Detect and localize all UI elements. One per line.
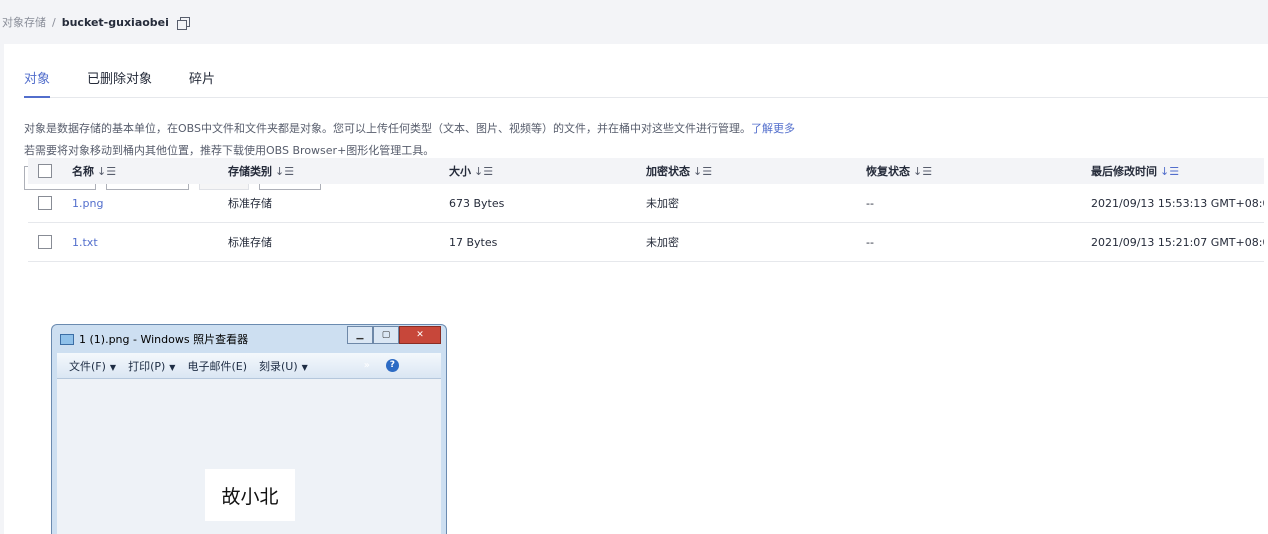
- close-icon[interactable]: ✕: [399, 326, 441, 344]
- sort-icon[interactable]: ↓☰: [474, 165, 493, 178]
- maximize-icon[interactable]: ▢: [373, 326, 399, 344]
- photo-viewer-icon: [60, 333, 74, 345]
- sort-icon[interactable]: ↓☰: [913, 165, 932, 178]
- caret-down-icon: ▼: [301, 362, 308, 372]
- header-name[interactable]: 名称 ↓☰: [72, 163, 228, 179]
- tab-objects[interactable]: 对象: [24, 70, 51, 98]
- file-size: 673 Bytes: [449, 196, 505, 210]
- select-all-checkbox[interactable]: [38, 164, 52, 178]
- sort-icon[interactable]: ↓☰: [97, 165, 116, 178]
- copy-icon[interactable]: [176, 16, 190, 30]
- tab-fragments[interactable]: 碎片: [189, 70, 215, 98]
- file-name-link[interactable]: 1.txt: [72, 236, 228, 249]
- storage-class: 标准存储: [228, 236, 272, 249]
- storage-class: 标准存储: [228, 197, 272, 210]
- displayed-image: 故小北: [205, 469, 295, 521]
- table-header: 名称 ↓☰ 存储类别 ↓☰ 大小 ↓☰ 加密状态 ↓☰ 恢复状态 ↓☰ 最后修改时间 ↓☰: [28, 158, 1264, 184]
- breadcrumb: 对象存储 / bucket-guxiaobei: [0, 0, 1268, 44]
- object-table: 名称 ↓☰ 存储类别 ↓☰ 大小 ↓☰ 加密状态 ↓☰ 恢复状态 ↓☰ 最后修改时间 ↓☰ …: [28, 158, 1264, 262]
- tab-bar: 对象 已删除对象 碎片: [24, 70, 1268, 98]
- caret-down-icon: ▼: [109, 362, 117, 372]
- encryption-status: 未加密: [646, 236, 679, 249]
- header-encryption[interactable]: 加密状态 ↓☰: [646, 163, 866, 179]
- description-line1: 对象是数据存储的基本单位，在OBS中文件和文件夹都是对象。您可以上传任何类型（文…: [24, 122, 795, 135]
- viewer-canvas: 故小北: [57, 379, 441, 534]
- header-last-modified[interactable]: 最后修改时间 ↓☰: [1091, 163, 1264, 179]
- header-storage-class[interactable]: 存储类别 ↓☰: [228, 163, 449, 179]
- row-checkbox[interactable]: [38, 196, 52, 210]
- more-chevron-icon[interactable]: »: [364, 360, 370, 371]
- caret-down-icon: ▼: [169, 362, 176, 372]
- restore-status: --: [866, 196, 874, 210]
- header-restore-status[interactable]: 恢复状态 ↓☰: [866, 163, 1091, 179]
- window-controls: ▁ ▢ ✕: [347, 326, 441, 344]
- photo-viewer-window: 1 (1).png - Windows 照片查看器 ▁ ▢ ✕ 文件(F) ▼ 打…: [51, 324, 447, 534]
- sort-icon[interactable]: ↓☰: [275, 165, 294, 178]
- header-size[interactable]: 大小 ↓☰: [449, 163, 646, 179]
- table-row: 1.txt 标准存储 17 Bytes 未加密 -- 2021/09/13 15…: [28, 223, 1264, 262]
- last-modified: 2021/09/13 15:53:13 GMT+08:00: [1091, 196, 1264, 210]
- breadcrumb-root[interactable]: 对象存储: [2, 14, 46, 30]
- minimize-icon[interactable]: ▁: [347, 326, 373, 344]
- tab-deleted-objects[interactable]: 已删除对象: [87, 70, 152, 98]
- learn-more-link[interactable]: 了解更多: [751, 122, 795, 135]
- menu-burn[interactable]: 刻录(U) ▼: [259, 358, 308, 374]
- menu-file[interactable]: 文件(F) ▼: [69, 358, 116, 374]
- encryption-status: 未加密: [646, 197, 679, 210]
- viewer-title: 1 (1).png - Windows 照片查看器: [79, 333, 249, 346]
- help-icon[interactable]: ?: [385, 359, 399, 372]
- menu-email[interactable]: 电子邮件(E): [187, 358, 247, 374]
- table-row: 1.png 标准存储 673 Bytes 未加密 -- 2021/09/13 1…: [28, 184, 1264, 223]
- description: 对象是数据存储的基本单位，在OBS中文件和文件夹都是对象。您可以上传任何类型（文…: [24, 118, 795, 162]
- row-checkbox[interactable]: [38, 235, 52, 249]
- sort-icon[interactable]: ↓☰: [693, 165, 712, 178]
- restore-status: --: [866, 235, 874, 249]
- breadcrumb-bucket: bucket-guxiaobei: [61, 15, 169, 29]
- file-size: 17 Bytes: [449, 235, 498, 249]
- last-modified: 2021/09/13 15:21:07 GMT+08:00: [1091, 235, 1264, 249]
- menu-print[interactable]: 打印(P) ▼: [128, 358, 175, 374]
- file-name-link[interactable]: 1.png: [72, 197, 228, 210]
- sort-icon[interactable]: ↓☰: [1160, 165, 1179, 178]
- breadcrumb-separator: /: [52, 15, 56, 29]
- viewer-menu-bar: 文件(F) ▼ 打印(P) ▼ 电子邮件(E) 刻录(U) ▼ » ?: [57, 353, 441, 379]
